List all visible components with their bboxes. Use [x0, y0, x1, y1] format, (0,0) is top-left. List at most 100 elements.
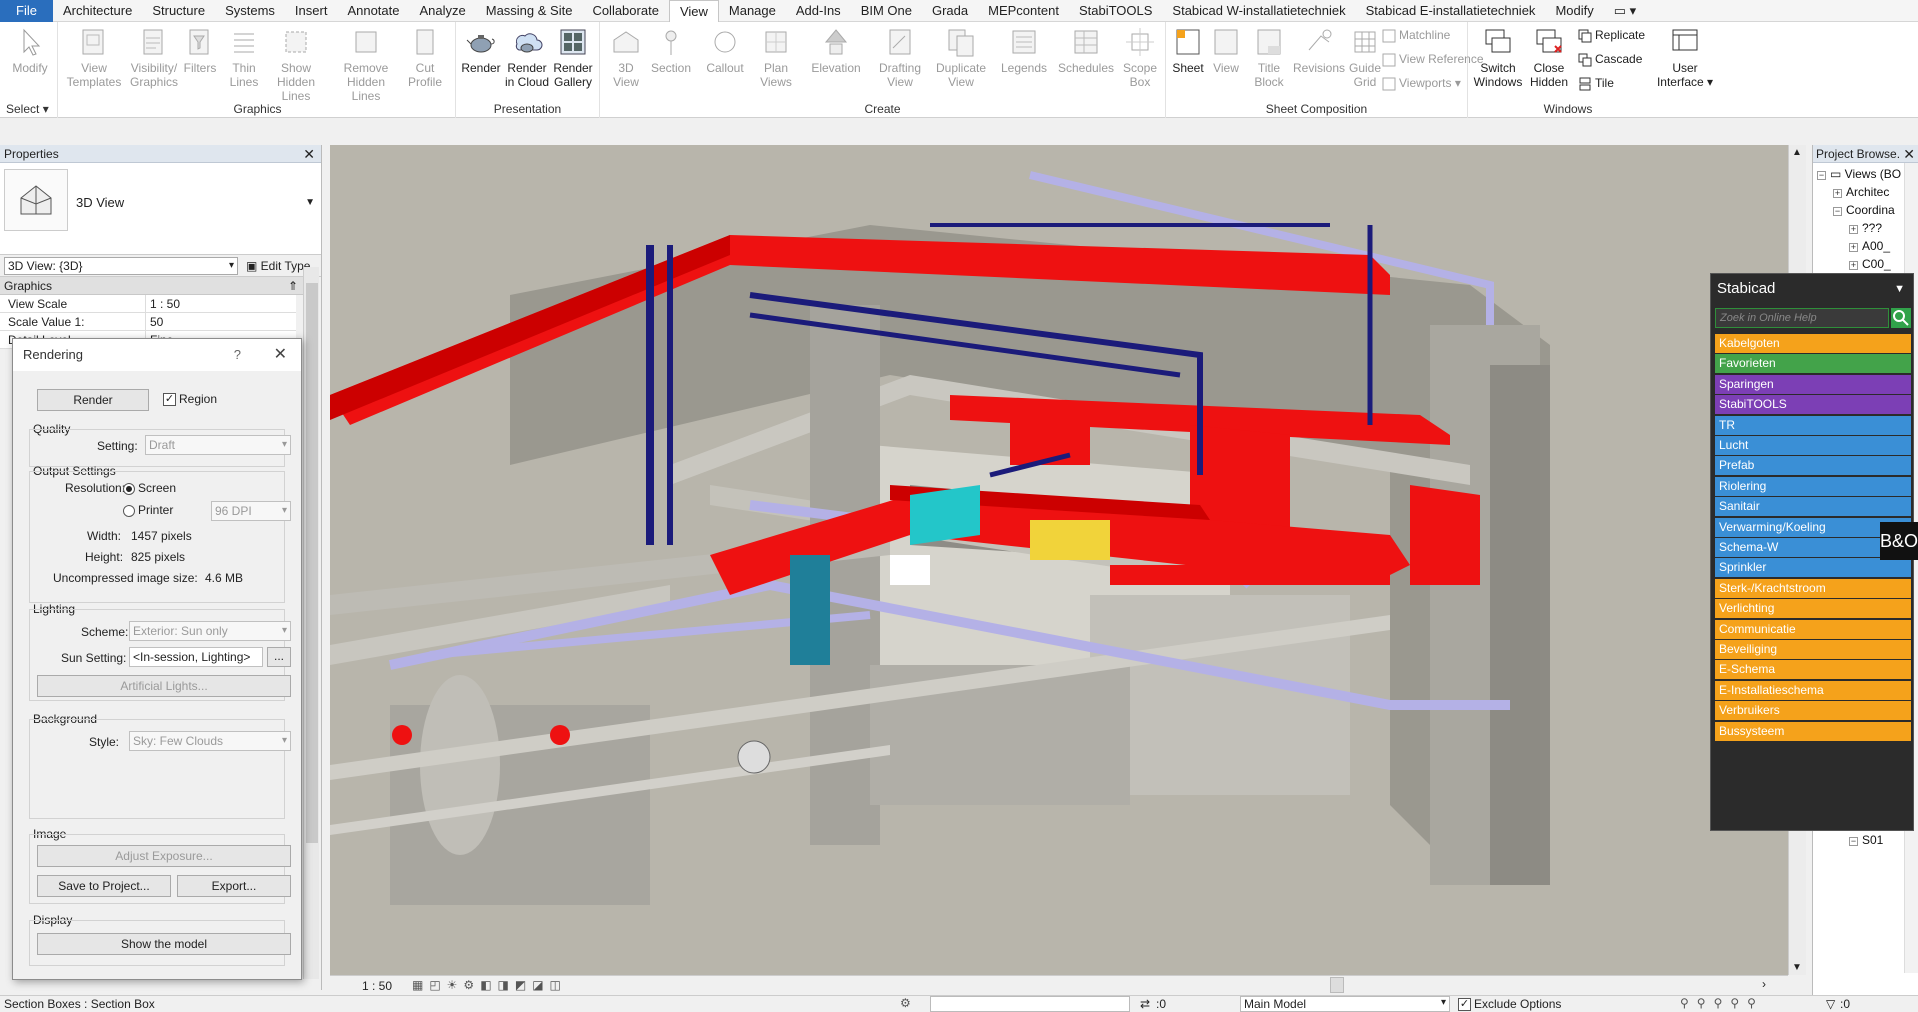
cut-profile-button[interactable]: Cut Profile — [400, 26, 450, 89]
sun-setting-field[interactable]: <In-session, Lighting> — [129, 647, 263, 667]
collapse-icon[interactable]: − — [1817, 171, 1826, 180]
viewports-button[interactable]: Viewports ▾ — [1382, 74, 1461, 92]
tree-node-coordina[interactable]: − Coordina — [1833, 203, 1895, 217]
quality-setting-select[interactable]: Draft ▾ — [145, 435, 291, 455]
tab-annotate[interactable]: Annotate — [337, 0, 409, 22]
stabicad-item-sparingen[interactable]: Sparingen — [1715, 374, 1911, 394]
elevation-button[interactable]: Elevation — [806, 26, 866, 75]
graphics-section-header[interactable]: Graphics ⇑ — [0, 277, 304, 295]
tab-stabicad-e-installatietechniek[interactable]: Stabicad E-installatietechniek — [1356, 0, 1546, 22]
help-icon[interactable]: ? — [234, 339, 241, 371]
stabicad-item-beveiliging[interactable]: Beveiliging — [1715, 640, 1911, 659]
replicate-button[interactable]: Replicate — [1578, 26, 1645, 44]
selection-options-icons[interactable]: ⚲⚲⚲⚲⚲ — [1680, 996, 1764, 1010]
render-in-cloud-button[interactable]: Render in Cloud — [502, 26, 552, 89]
chevron-down-icon[interactable]: ▼ — [1894, 274, 1905, 304]
tree-node-views[interactable]: − ▭ Views (BO — [1817, 167, 1901, 181]
adjust-exposure-button[interactable]: Adjust Exposure... — [37, 845, 291, 867]
matchline-button[interactable]: Matchline — [1382, 26, 1450, 44]
tree-node-architec[interactable]: + Architec — [1833, 185, 1889, 199]
render-button[interactable]: Render — [456, 26, 506, 75]
stabicad-item-sanitair[interactable]: Sanitair — [1715, 497, 1911, 517]
stabicad-item-tr[interactable]: TR — [1715, 415, 1911, 435]
show-hidden-lines-button[interactable]: Show Hidden Lines — [266, 26, 326, 103]
bo-logo[interactable]: B&O — [1880, 522, 1918, 560]
tab-massing-site[interactable]: Massing & Site — [476, 0, 583, 22]
select-dropdown[interactable]: Select ▾ — [0, 102, 57, 116]
remove-hidden-lines-button[interactable]: Remove Hidden Lines — [336, 26, 396, 103]
printer-radio[interactable]: Printer — [123, 503, 173, 517]
region-checkbox[interactable]: ✓ Region — [163, 392, 217, 407]
render-button[interactable]: Render — [37, 389, 149, 411]
stabicad-item-e-installatieschema[interactable]: E-Installatieschema — [1715, 680, 1911, 700]
dpi-select[interactable]: 96 DPI ▾ — [211, 501, 291, 521]
screen-radio[interactable]: Screen — [123, 481, 176, 495]
revisions-button[interactable]: Revisions — [1290, 26, 1348, 75]
close-hidden-button[interactable]: Close Hidden — [1524, 26, 1574, 89]
collapse-icon[interactable]: − — [1833, 207, 1842, 216]
stabicad-item-riolering[interactable]: Riolering — [1715, 476, 1911, 496]
visibility-graphics-button[interactable]: Visibility/ Graphics — [124, 26, 184, 89]
save-to-project-button[interactable]: Save to Project... — [37, 875, 171, 897]
tile-button[interactable]: Tile — [1578, 74, 1614, 92]
tab-manage[interactable]: Manage — [719, 0, 786, 22]
modify-button[interactable]: Modify — [0, 26, 60, 75]
view-scale-value[interactable]: 1 : 50 — [362, 979, 392, 993]
tab-bim-one[interactable]: BIM One — [851, 0, 922, 22]
render-gallery-button[interactable]: Render Gallery — [548, 26, 598, 89]
3d-viewport[interactable] — [330, 145, 1788, 975]
expand-icon[interactable]: + — [1849, 261, 1858, 270]
view-templates-button[interactable]: View Templates — [64, 26, 124, 89]
editing-requests-icon[interactable]: ⇄ — [1140, 997, 1150, 1011]
tab-add-ins[interactable]: Add-Ins — [786, 0, 851, 22]
tree-node-a00[interactable]: + A00_ — [1849, 239, 1890, 253]
stabicad-item-stabitools[interactable]: StabiTOOLS — [1715, 395, 1911, 415]
3d-view-button[interactable]: 3D View — [604, 26, 648, 89]
stabicad-item-communicatie[interactable]: Communicatie — [1715, 619, 1911, 639]
stabicad-item-verlichting[interactable]: Verlichting — [1715, 599, 1911, 619]
switch-windows-button[interactable]: Switch Windows — [1472, 26, 1524, 89]
stabicad-item-sprinkler[interactable]: Sprinkler — [1715, 558, 1911, 578]
tab-collaborate[interactable]: Collaborate — [582, 0, 669, 22]
chevron-down-icon[interactable]: ▼ — [1792, 962, 1802, 973]
tab-systems[interactable]: Systems — [215, 0, 285, 22]
close-icon[interactable]: ✕ — [274, 339, 287, 371]
tree-node-unknown[interactable]: +??? — [1849, 221, 1882, 235]
workset-select[interactable] — [930, 996, 1130, 1012]
collapse-icon[interactable]: − — [1849, 837, 1858, 846]
view-control-icons[interactable]: ▦◰☀⚙◧◨◩◪◫ — [412, 978, 567, 992]
duplicate-view-button[interactable]: Duplicate View — [930, 26, 992, 89]
type-selector[interactable]: 3D View ▼ — [0, 163, 321, 255]
close-icon[interactable]: ✕ — [303, 145, 315, 163]
callout-button[interactable]: Callout — [700, 26, 750, 75]
guide-grid-button[interactable]: Guide Grid — [1344, 26, 1386, 89]
tab-grada[interactable]: Grada — [922, 0, 978, 22]
tree-node-s01[interactable]: − S01 — [1849, 833, 1883, 847]
property-value[interactable]: 50 — [146, 313, 296, 330]
show-model-button[interactable]: Show the model — [37, 933, 291, 955]
scrollbar-thumb[interactable] — [306, 283, 318, 843]
filter-icon[interactable]: ▽ — [1826, 997, 1835, 1011]
user-interface-button[interactable]: User Interface ▾ — [1648, 26, 1722, 89]
stabicad-item-verbruikers[interactable]: Verbruikers — [1715, 701, 1911, 721]
exclude-options-checkbox[interactable]: ✓ Exclude Options — [1458, 997, 1561, 1012]
property-row[interactable]: Scale Value 1: 50 — [0, 313, 296, 331]
quick-access-dropdown[interactable]: ▭ ▾ — [1604, 0, 1646, 22]
close-icon[interactable]: ✕ — [1901, 145, 1915, 162]
tab-structure[interactable]: Structure — [142, 0, 215, 22]
drafting-view-button[interactable]: Drafting View — [870, 26, 930, 89]
chevron-up-icon[interactable]: ▲ — [1792, 147, 1802, 158]
tab-mepcontent[interactable]: MEPcontent — [978, 0, 1069, 22]
tab-stabitools[interactable]: StabiTOOLS — [1069, 0, 1162, 22]
tab-view[interactable]: View — [668, 0, 719, 22]
stabicad-item-prefab[interactable]: Prefab — [1715, 456, 1911, 476]
scheme-select[interactable]: Exterior: Sun only ▾ — [129, 621, 291, 641]
scope-box-button[interactable]: Scope Box — [1116, 26, 1164, 89]
thin-lines-button[interactable]: Thin Lines — [222, 26, 266, 89]
stabicad-search-input[interactable]: Zoek in Online Help — [1715, 308, 1889, 328]
chevron-right-icon[interactable]: › — [1762, 977, 1766, 991]
tree-node-c00[interactable]: + C00_ — [1849, 257, 1891, 271]
legends-button[interactable]: Legends — [996, 26, 1052, 75]
export-button[interactable]: Export... — [177, 875, 291, 897]
expand-icon[interactable]: + — [1833, 189, 1842, 198]
